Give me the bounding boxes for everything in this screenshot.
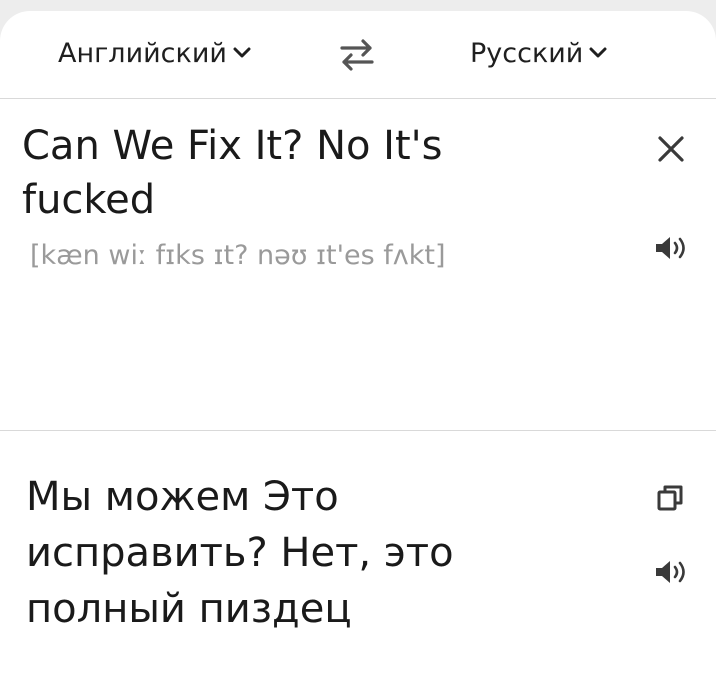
chevron-down-icon	[233, 47, 251, 59]
translation-pane: Мы можем Это исправить? Нет, это полный …	[0, 431, 716, 693]
translator-card: Английский Русский Can We Fix It? No It'…	[0, 11, 716, 693]
clear-text-button[interactable]	[655, 133, 687, 165]
speaker-icon	[656, 237, 685, 259]
source-text-input[interactable]: Can We Fix It? No It's fucked	[22, 119, 582, 227]
speak-translation-button[interactable]	[652, 557, 692, 587]
language-bar: Английский Русский	[0, 11, 716, 99]
source-language-label: Английский	[58, 37, 227, 69]
translation-text: Мы можем Это исправить? Нет, это полный …	[26, 474, 454, 632]
transcription-text: [kæn wiː fɪks ɪt? nəʊ ɪt'es fʌkt]	[30, 240, 446, 271]
copy-icon	[657, 485, 683, 511]
copy-translation-button[interactable]	[655, 483, 685, 513]
swap-languages-button[interactable]	[338, 38, 376, 72]
chevron-down-icon	[589, 47, 607, 59]
source-language-selector[interactable]: Английский	[58, 33, 251, 73]
swap-arrows-icon	[340, 39, 374, 71]
speak-source-button[interactable]	[652, 233, 692, 263]
speaker-icon	[656, 561, 685, 583]
close-icon	[658, 136, 684, 162]
target-language-label: Русский	[470, 37, 584, 69]
target-language-selector[interactable]: Русский	[470, 33, 607, 73]
source-pane[interactable]: Can We Fix It? No It's fucked [kæn wiː f…	[0, 99, 716, 431]
